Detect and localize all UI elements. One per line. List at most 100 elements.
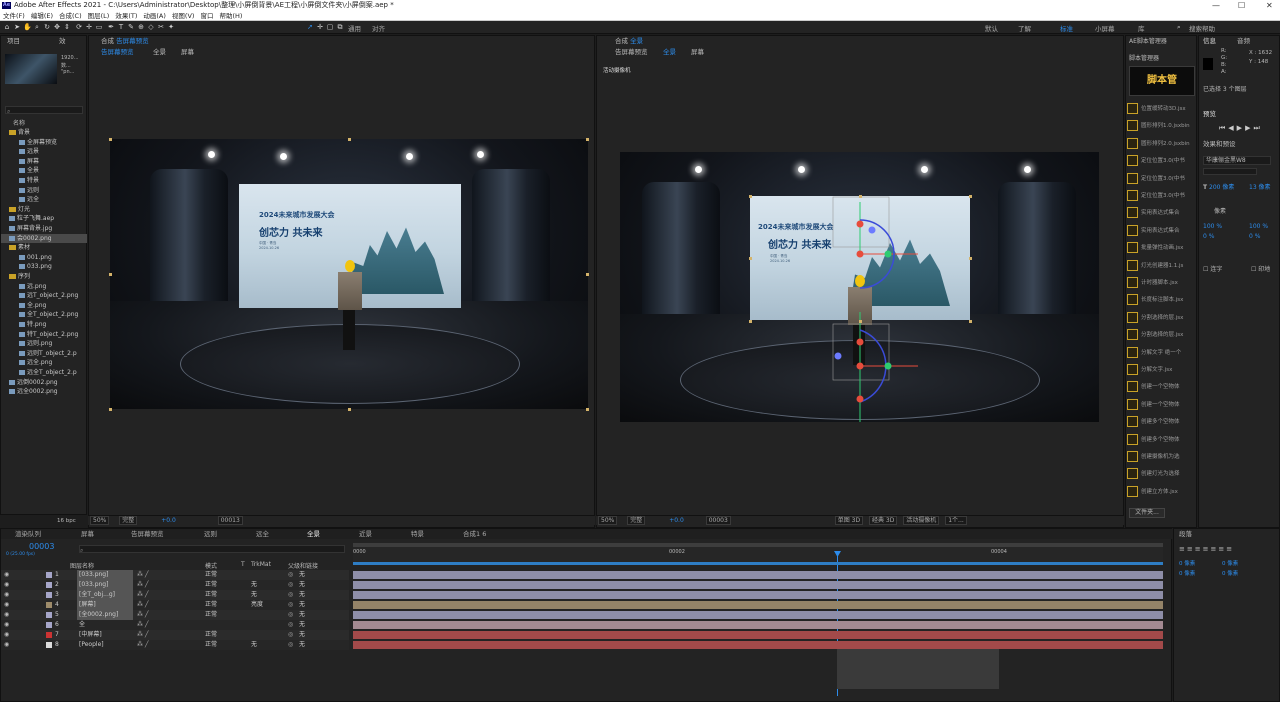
script-item[interactable]: 圆形排列2.0.jsxbin [1127, 136, 1195, 153]
menu-effect[interactable]: 效果(T) [115, 11, 137, 20]
audio-tab[interactable]: 音频 [1237, 37, 1250, 46]
right-crumb-preview[interactable]: 告屏幕预览 [615, 48, 648, 57]
timeline-tab[interactable]: 合成1 6 [463, 529, 486, 539]
script-item[interactable]: 圆形排列1.0.jsxbin [1127, 118, 1195, 135]
layer-color-label[interactable] [46, 642, 52, 648]
parent-pickwhip-icon[interactable]: ◎ [288, 620, 293, 630]
project-item[interactable]: 033.png [1, 262, 87, 272]
layer-color-label[interactable] [46, 582, 52, 588]
right-bound-handle-bl[interactable] [749, 320, 752, 323]
timeline-tab[interactable]: 近景 [359, 529, 372, 539]
layer-name[interactable]: [屏幕] [77, 600, 133, 610]
menu-file[interactable]: 文件(F) [3, 11, 25, 20]
hindi-checkbox[interactable]: ☐ 印地 [1251, 264, 1270, 273]
bound-handle-tl[interactable] [109, 138, 112, 141]
layer-color-label[interactable] [46, 632, 52, 638]
scale-value-2[interactable]: 100 % [1249, 223, 1268, 230]
menu-window[interactable]: 窗口 [200, 11, 213, 20]
visibility-eye-icon[interactable]: ◉ [4, 600, 9, 610]
right-bound-handle-mr[interactable] [969, 257, 972, 260]
layer-name[interactable]: [中屏幕] [77, 630, 133, 640]
col-t[interactable]: T [241, 561, 245, 568]
project-item[interactable]: 远.png [1, 282, 87, 292]
project-item[interactable]: 全T_object_2.png [1, 310, 87, 320]
layer-trkmat[interactable]: 亮度 [251, 600, 263, 610]
right-quality-select[interactable]: 完整 [627, 516, 646, 525]
search-help-input[interactable]: 搜索帮助 [1189, 23, 1215, 33]
project-item[interactable]: 远全 [1, 195, 87, 205]
right-bound-handle-br[interactable] [969, 320, 972, 323]
project-tab[interactable]: 项目 [7, 37, 20, 46]
layer-trkmat[interactable]: 无 [251, 580, 257, 590]
bound-handle-bc[interactable] [348, 408, 351, 411]
layer-parent[interactable]: 无 [299, 590, 305, 600]
tracking-value-2[interactable]: 0 % [1249, 233, 1260, 240]
layer-row[interactable]: ◉ 1 [033.png] ⁂ ╱ 正常 ◎ 无 [1, 570, 349, 580]
script-item[interactable]: 分割选择的层.jsx [1127, 310, 1195, 327]
col-trkmat[interactable]: TrkMat [251, 561, 271, 568]
crumb-panorama[interactable]: 全景 [153, 48, 166, 57]
project-item[interactable]: 远全0002.png [1, 387, 87, 397]
layer-parent[interactable]: 无 [299, 610, 305, 620]
script-item[interactable]: 定位位置3.0(中书 [1127, 153, 1195, 170]
layer-mode[interactable]: 正常 [205, 630, 217, 640]
script-item[interactable]: 创建一个空物体 [1127, 397, 1195, 414]
project-item[interactable]: 粒子飞舞.aep [1, 214, 87, 224]
space-before[interactable]: 0 像素 [1179, 569, 1195, 577]
layer-mode[interactable]: 正常 [205, 600, 217, 610]
font-family-select[interactable]: 华康俪金黑W8 [1203, 156, 1271, 165]
script-item[interactable]: 实用表达式集合 [1127, 205, 1195, 222]
left-quality-select[interactable]: 完整 [119, 516, 138, 525]
layer-parent[interactable]: 无 [299, 640, 305, 650]
project-item[interactable]: 远则.png [1, 339, 87, 349]
layer-duration-bar[interactable] [353, 601, 1163, 609]
text-tool-icon[interactable]: T [117, 23, 125, 31]
parent-pickwhip-icon[interactable]: ◎ [288, 630, 293, 640]
menu-layer[interactable]: 图层(L) [88, 11, 110, 20]
minimize-icon[interactable]: — [1212, 0, 1220, 11]
layer-parent[interactable]: 无 [299, 600, 305, 610]
script-manager-tab[interactable]: AE脚本管理器 [1129, 37, 1167, 46]
layer-switches-icon[interactable]: ⁂ ╱ [137, 570, 149, 580]
script-item[interactable]: 灯光创建器1.1.js [1127, 258, 1195, 275]
project-item[interactable]: 屏幕背景.jpg [1, 224, 87, 234]
snap-icon[interactable]: ⧉ [336, 23, 344, 31]
preview-tab[interactable]: 预览 [1203, 110, 1216, 119]
project-item[interactable]: 全.png [1, 301, 87, 311]
left-zoom-select[interactable]: 50% [90, 516, 110, 525]
timeline-tab[interactable]: 告屏幕预览 [131, 529, 164, 539]
layer-trkmat[interactable]: 无 [251, 590, 257, 600]
project-item[interactable]: 序列 [1, 272, 87, 282]
project-item[interactable]: 特景 [1, 176, 87, 186]
orbit-tool-icon[interactable]: ↻ [43, 23, 51, 31]
info-tab[interactable]: 信息 [1203, 37, 1216, 46]
font-size-value[interactable]: T 200 像素 [1203, 182, 1234, 191]
timeline-tab[interactable]: 特景 [411, 529, 424, 539]
script-item[interactable]: 创建多个空物体 [1127, 414, 1195, 431]
layer-name[interactable]: [全0002.png] [77, 610, 133, 620]
parent-pickwhip-icon[interactable]: ◎ [288, 590, 293, 600]
menu-animation[interactable]: 动画(A) [143, 11, 166, 20]
project-item[interactable]: 远全T_object_2.p [1, 368, 87, 378]
views-select[interactable]: 1个... [945, 516, 967, 525]
script-item[interactable]: 创建灯光为选择 [1127, 466, 1195, 483]
workspace-standard[interactable]: 标准 [1060, 23, 1073, 33]
layer-duration-bar[interactable] [353, 611, 1163, 619]
layer-name[interactable]: [全T_obj...g] [77, 590, 133, 600]
script-item[interactable]: 创建摄像机为选 [1127, 449, 1195, 466]
layer-switches-icon[interactable]: ⁂ ╱ [137, 630, 149, 640]
close-icon[interactable]: ✕ [1266, 0, 1273, 11]
right-bound-handle-tc[interactable] [859, 195, 862, 198]
project-item[interactable]: 素材 [1, 243, 87, 253]
layer-duration-bar[interactable] [353, 631, 1163, 639]
layer-switches-icon[interactable]: ⁂ ╱ [137, 600, 149, 610]
layer-row[interactable]: ◉ 4 [屏幕] ⁂ ╱ 正常 亮度 ◎ 无 [1, 600, 349, 610]
project-search-input[interactable]: ⌕ [5, 106, 83, 115]
script-item[interactable]: 分解文字.jsx [1127, 362, 1195, 379]
layer-row[interactable]: ◉ 6 全 ⁂ ╱ ◎ 无 [1, 620, 349, 630]
right-crumb-panorama[interactable]: 全景 [663, 48, 676, 57]
layer-row[interactable]: ◉ 5 [全0002.png] ⁂ ╱ 正常 ◎ 无 [1, 610, 349, 620]
project-item[interactable]: 全景 [1, 166, 87, 176]
playback-controls[interactable]: ⏮◀▶▶⏭ [1219, 124, 1263, 133]
paragraph-align-buttons[interactable]: ≡≡≡≡≡≡≡ [1179, 545, 1234, 553]
